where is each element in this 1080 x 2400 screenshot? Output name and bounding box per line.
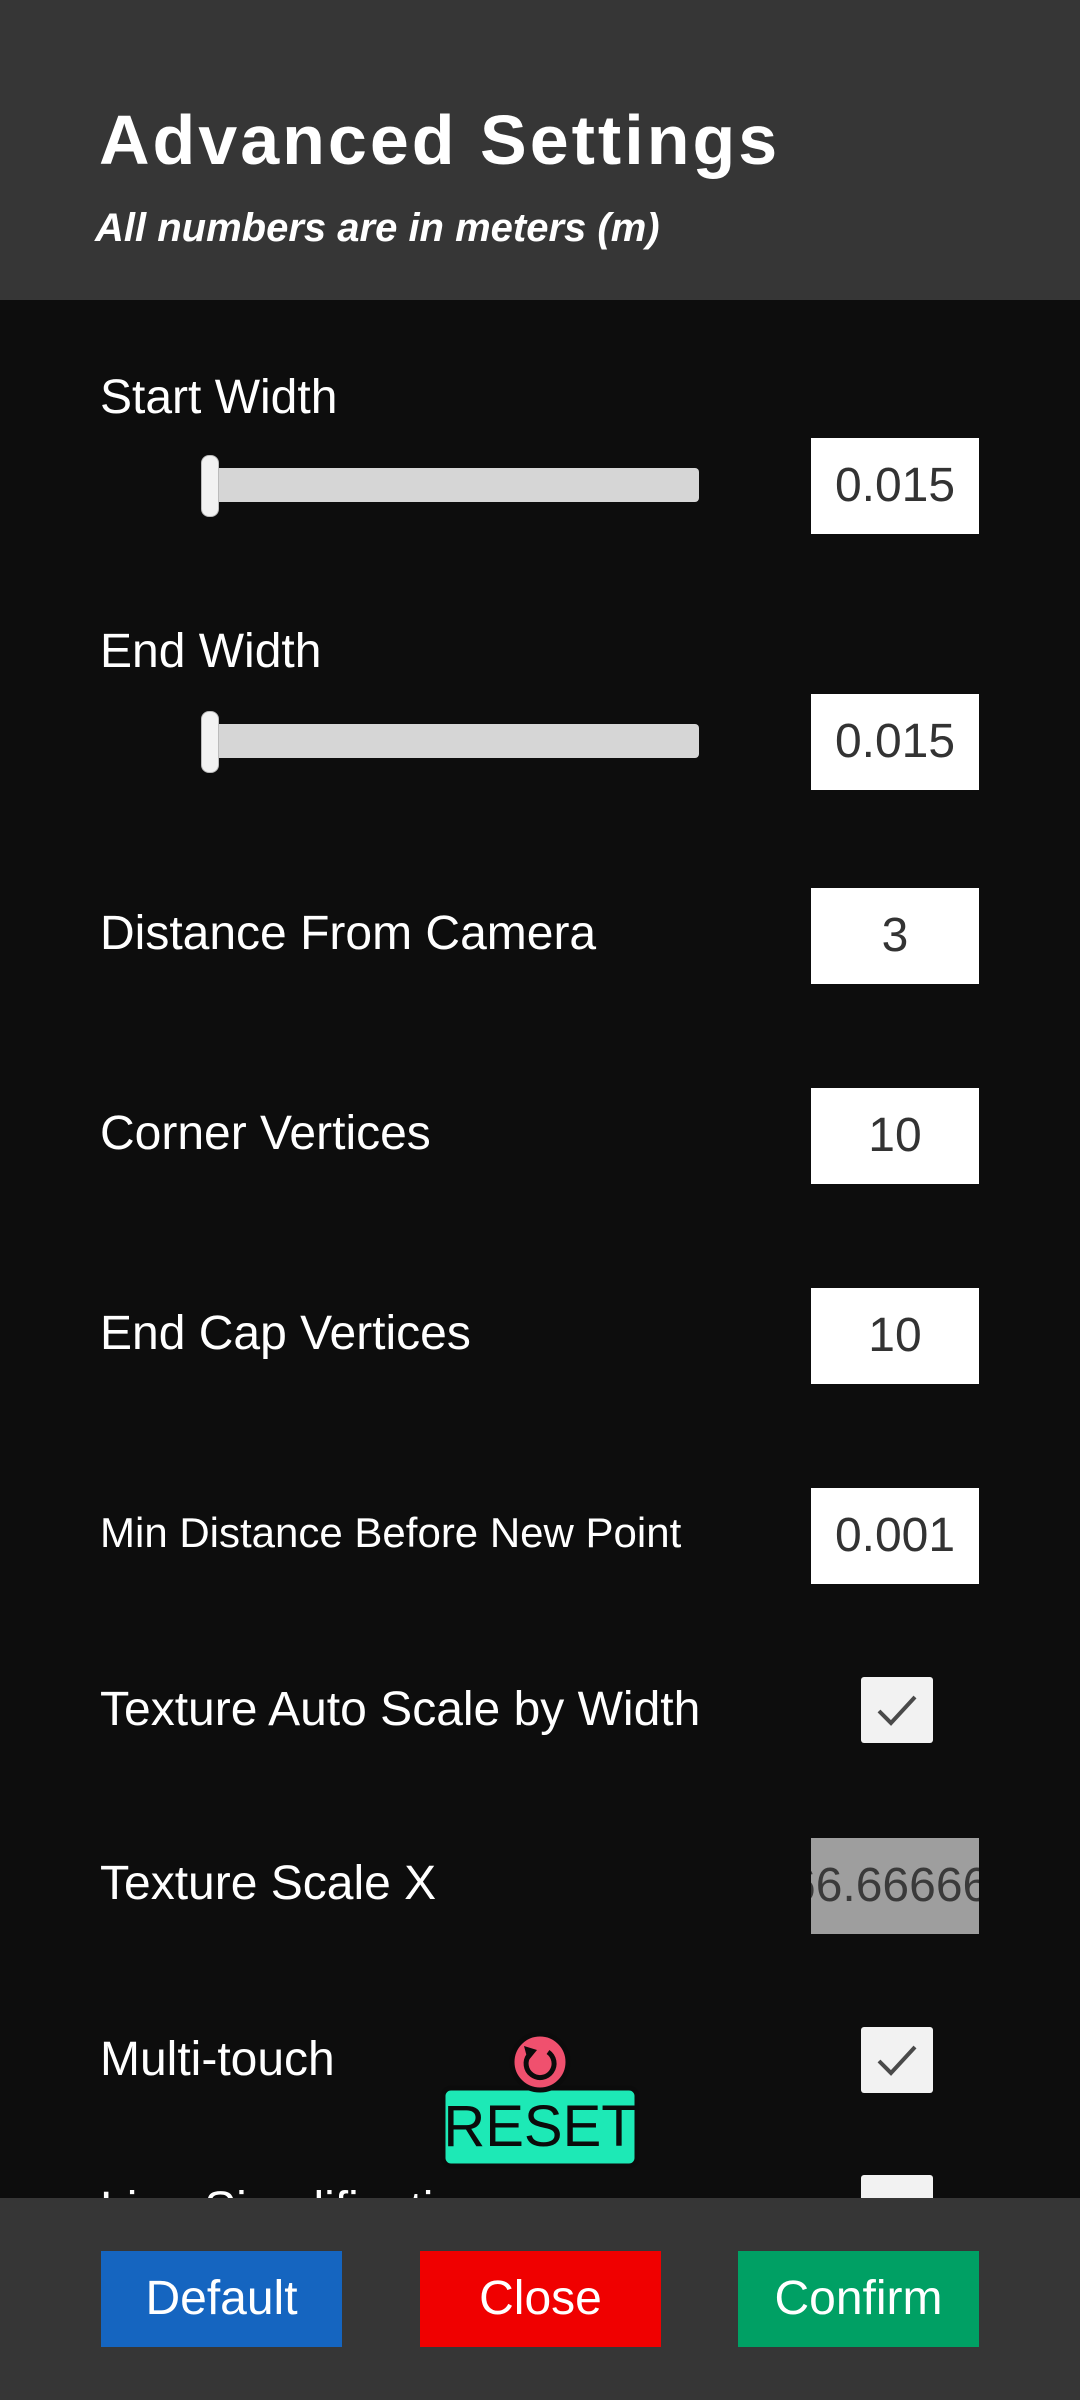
default-button[interactable]: Default <box>101 2251 342 2347</box>
texture-scale-x-input: 66.66666 <box>811 1838 979 1934</box>
texture-scale-x-label: Texture Scale X <box>100 1857 437 1910</box>
start-width-slider-handle[interactable] <box>201 455 219 517</box>
page-title: Advanced Settings <box>99 101 781 179</box>
checkmark-icon <box>877 2045 917 2076</box>
min-distance-input[interactable]: 0.001 <box>811 1488 979 1584</box>
end-width-label: End Width <box>100 625 322 678</box>
end-width-input[interactable]: 0.015 <box>811 694 979 790</box>
settings-header: Advanced Settings All numbers are in met… <box>0 0 1080 300</box>
reset-label: RESET <box>443 2094 637 2159</box>
multi-touch-label: Multi-touch <box>100 2033 335 2086</box>
close-button[interactable]: Close <box>420 2251 661 2347</box>
reset-overlay-button[interactable]: RESET <box>440 2030 640 2170</box>
texture-auto-scale-label: Texture Auto Scale by Width <box>100 1683 701 1736</box>
corner-vertices-input[interactable]: 10 <box>811 1088 979 1184</box>
multi-touch-checkbox[interactable] <box>861 2027 933 2093</box>
texture-auto-scale-checkbox[interactable] <box>861 1677 933 1743</box>
min-distance-label: Min Distance Before New Point <box>100 1509 682 1556</box>
distance-from-camera-input[interactable]: 3 <box>811 888 979 984</box>
checkmark-icon <box>877 1695 917 1726</box>
end-cap-vertices-input[interactable]: 10 <box>811 1288 979 1384</box>
start-width-label: Start Width <box>100 371 338 424</box>
distance-from-camera-label: Distance From Camera <box>100 907 597 960</box>
end-width-slider-handle[interactable] <box>201 711 219 773</box>
corner-vertices-label: Corner Vertices <box>100 1107 431 1160</box>
start-width-input[interactable]: 0.015 <box>811 438 979 534</box>
page-subtitle: All numbers are in meters (m) <box>95 206 660 250</box>
end-width-slider[interactable] <box>209 724 699 758</box>
end-cap-vertices-label: End Cap Vertices <box>100 1307 471 1360</box>
start-width-slider[interactable] <box>209 468 699 502</box>
confirm-button[interactable]: Confirm <box>738 2251 979 2347</box>
